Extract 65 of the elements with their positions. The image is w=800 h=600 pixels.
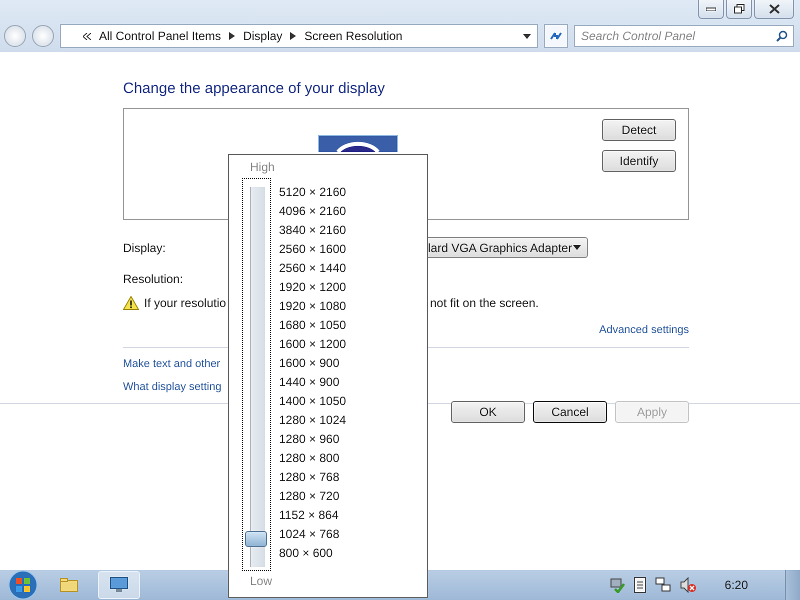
monitor-icon xyxy=(110,577,128,593)
resolution-option[interactable]: 2560 × 1600 xyxy=(279,240,346,259)
close-icon xyxy=(768,4,780,14)
resolution-option[interactable]: 2560 × 1440 xyxy=(279,259,346,278)
close-button[interactable] xyxy=(754,0,794,19)
advanced-settings-link[interactable]: Advanced settings xyxy=(599,324,689,336)
dropdown-arrow-icon xyxy=(573,245,581,250)
minimize-icon xyxy=(706,7,716,11)
warning-icon xyxy=(123,296,139,310)
preview-button[interactable]: Detect xyxy=(602,119,676,141)
chevron-icon xyxy=(229,32,236,40)
resolution-option[interactable]: 3840 × 2160 xyxy=(279,221,346,240)
resolution-option[interactable]: 1400 × 1050 xyxy=(279,392,346,411)
resolution-option[interactable]: 1680 × 1050 xyxy=(279,316,346,335)
double-chevron-icon xyxy=(83,32,91,40)
resolution-option[interactable]: 4096 × 2160 xyxy=(279,202,346,221)
dropdown-arrow-icon xyxy=(523,34,531,38)
resolution-option[interactable]: 1280 × 720 xyxy=(279,487,346,506)
minimize-button[interactable] xyxy=(698,0,724,19)
resolution-option[interactable]: 800 × 600 xyxy=(279,544,346,563)
search-icon xyxy=(776,30,788,42)
display-dropdown[interactable]: lard VGA Graphics Adapter xyxy=(428,237,588,258)
resolution-option[interactable]: 1280 × 960 xyxy=(279,430,346,449)
muted-speaker-icon[interactable] xyxy=(680,577,696,593)
taskbar-button[interactable] xyxy=(98,571,140,599)
dialog-button[interactable]: Cancel xyxy=(533,401,607,423)
breadcrumb-item[interactable]: Screen Resolution xyxy=(304,29,402,43)
network-check-icon[interactable] xyxy=(608,577,625,593)
resolution-label: Resolution: xyxy=(123,272,184,286)
resolution-option[interactable]: 1280 × 800 xyxy=(279,449,346,468)
resolution-option[interactable]: 1152 × 864 xyxy=(279,506,346,525)
resolution-option[interactable]: 1024 × 768 xyxy=(279,525,346,544)
warning-text: not fit on the screen. xyxy=(430,296,539,310)
folder-icon xyxy=(60,578,78,592)
document-icon[interactable] xyxy=(634,577,646,593)
clock[interactable]: 6:20 xyxy=(724,578,748,592)
resolution-option[interactable]: 1280 × 1024 xyxy=(279,411,346,430)
restore-icon xyxy=(734,4,744,14)
warning-text: If your resolutio xyxy=(144,296,226,310)
dialog-button[interactable]: OK xyxy=(451,401,525,423)
preview-button[interactable]: Identify xyxy=(602,150,676,172)
resolution-option[interactable]: 1920 × 1080 xyxy=(279,297,346,316)
search-field[interactable]: Search Control Panel xyxy=(574,25,794,47)
breadcrumb-item[interactable]: All Control Panel Items xyxy=(99,29,222,43)
refresh-button[interactable] xyxy=(544,24,568,48)
low-label: Low xyxy=(250,574,274,588)
chevron-icon xyxy=(290,32,296,40)
page-heading: Change the appearance of your display xyxy=(123,80,386,97)
resolution-slider[interactable] xyxy=(242,178,271,571)
slider-thumb[interactable] xyxy=(245,531,267,547)
restore-button[interactable] xyxy=(726,0,752,19)
resolution-option[interactable]: 1600 × 900 xyxy=(279,354,346,373)
resolution-option[interactable]: 1440 × 900 xyxy=(279,373,346,392)
resolution-option[interactable]: 1280 × 768 xyxy=(279,468,346,487)
resolution-option[interactable]: 1920 × 1200 xyxy=(279,278,346,297)
help-link[interactable]: What display setting xyxy=(123,381,222,393)
start-button[interactable] xyxy=(6,570,40,600)
help-link[interactable]: Make text and other xyxy=(123,358,220,370)
display-label: Display: xyxy=(123,240,166,254)
resolution-option[interactable]: 5120 × 2160 xyxy=(279,183,346,202)
breadcrumb-item[interactable]: Display xyxy=(243,29,282,43)
network-icon[interactable] xyxy=(654,577,671,593)
resolution-option[interactable]: 1600 × 1200 xyxy=(279,335,346,354)
high-label: High xyxy=(250,160,276,174)
address-bar[interactable]: All Control Panel Items Display Screen Resolution xyxy=(60,24,538,48)
